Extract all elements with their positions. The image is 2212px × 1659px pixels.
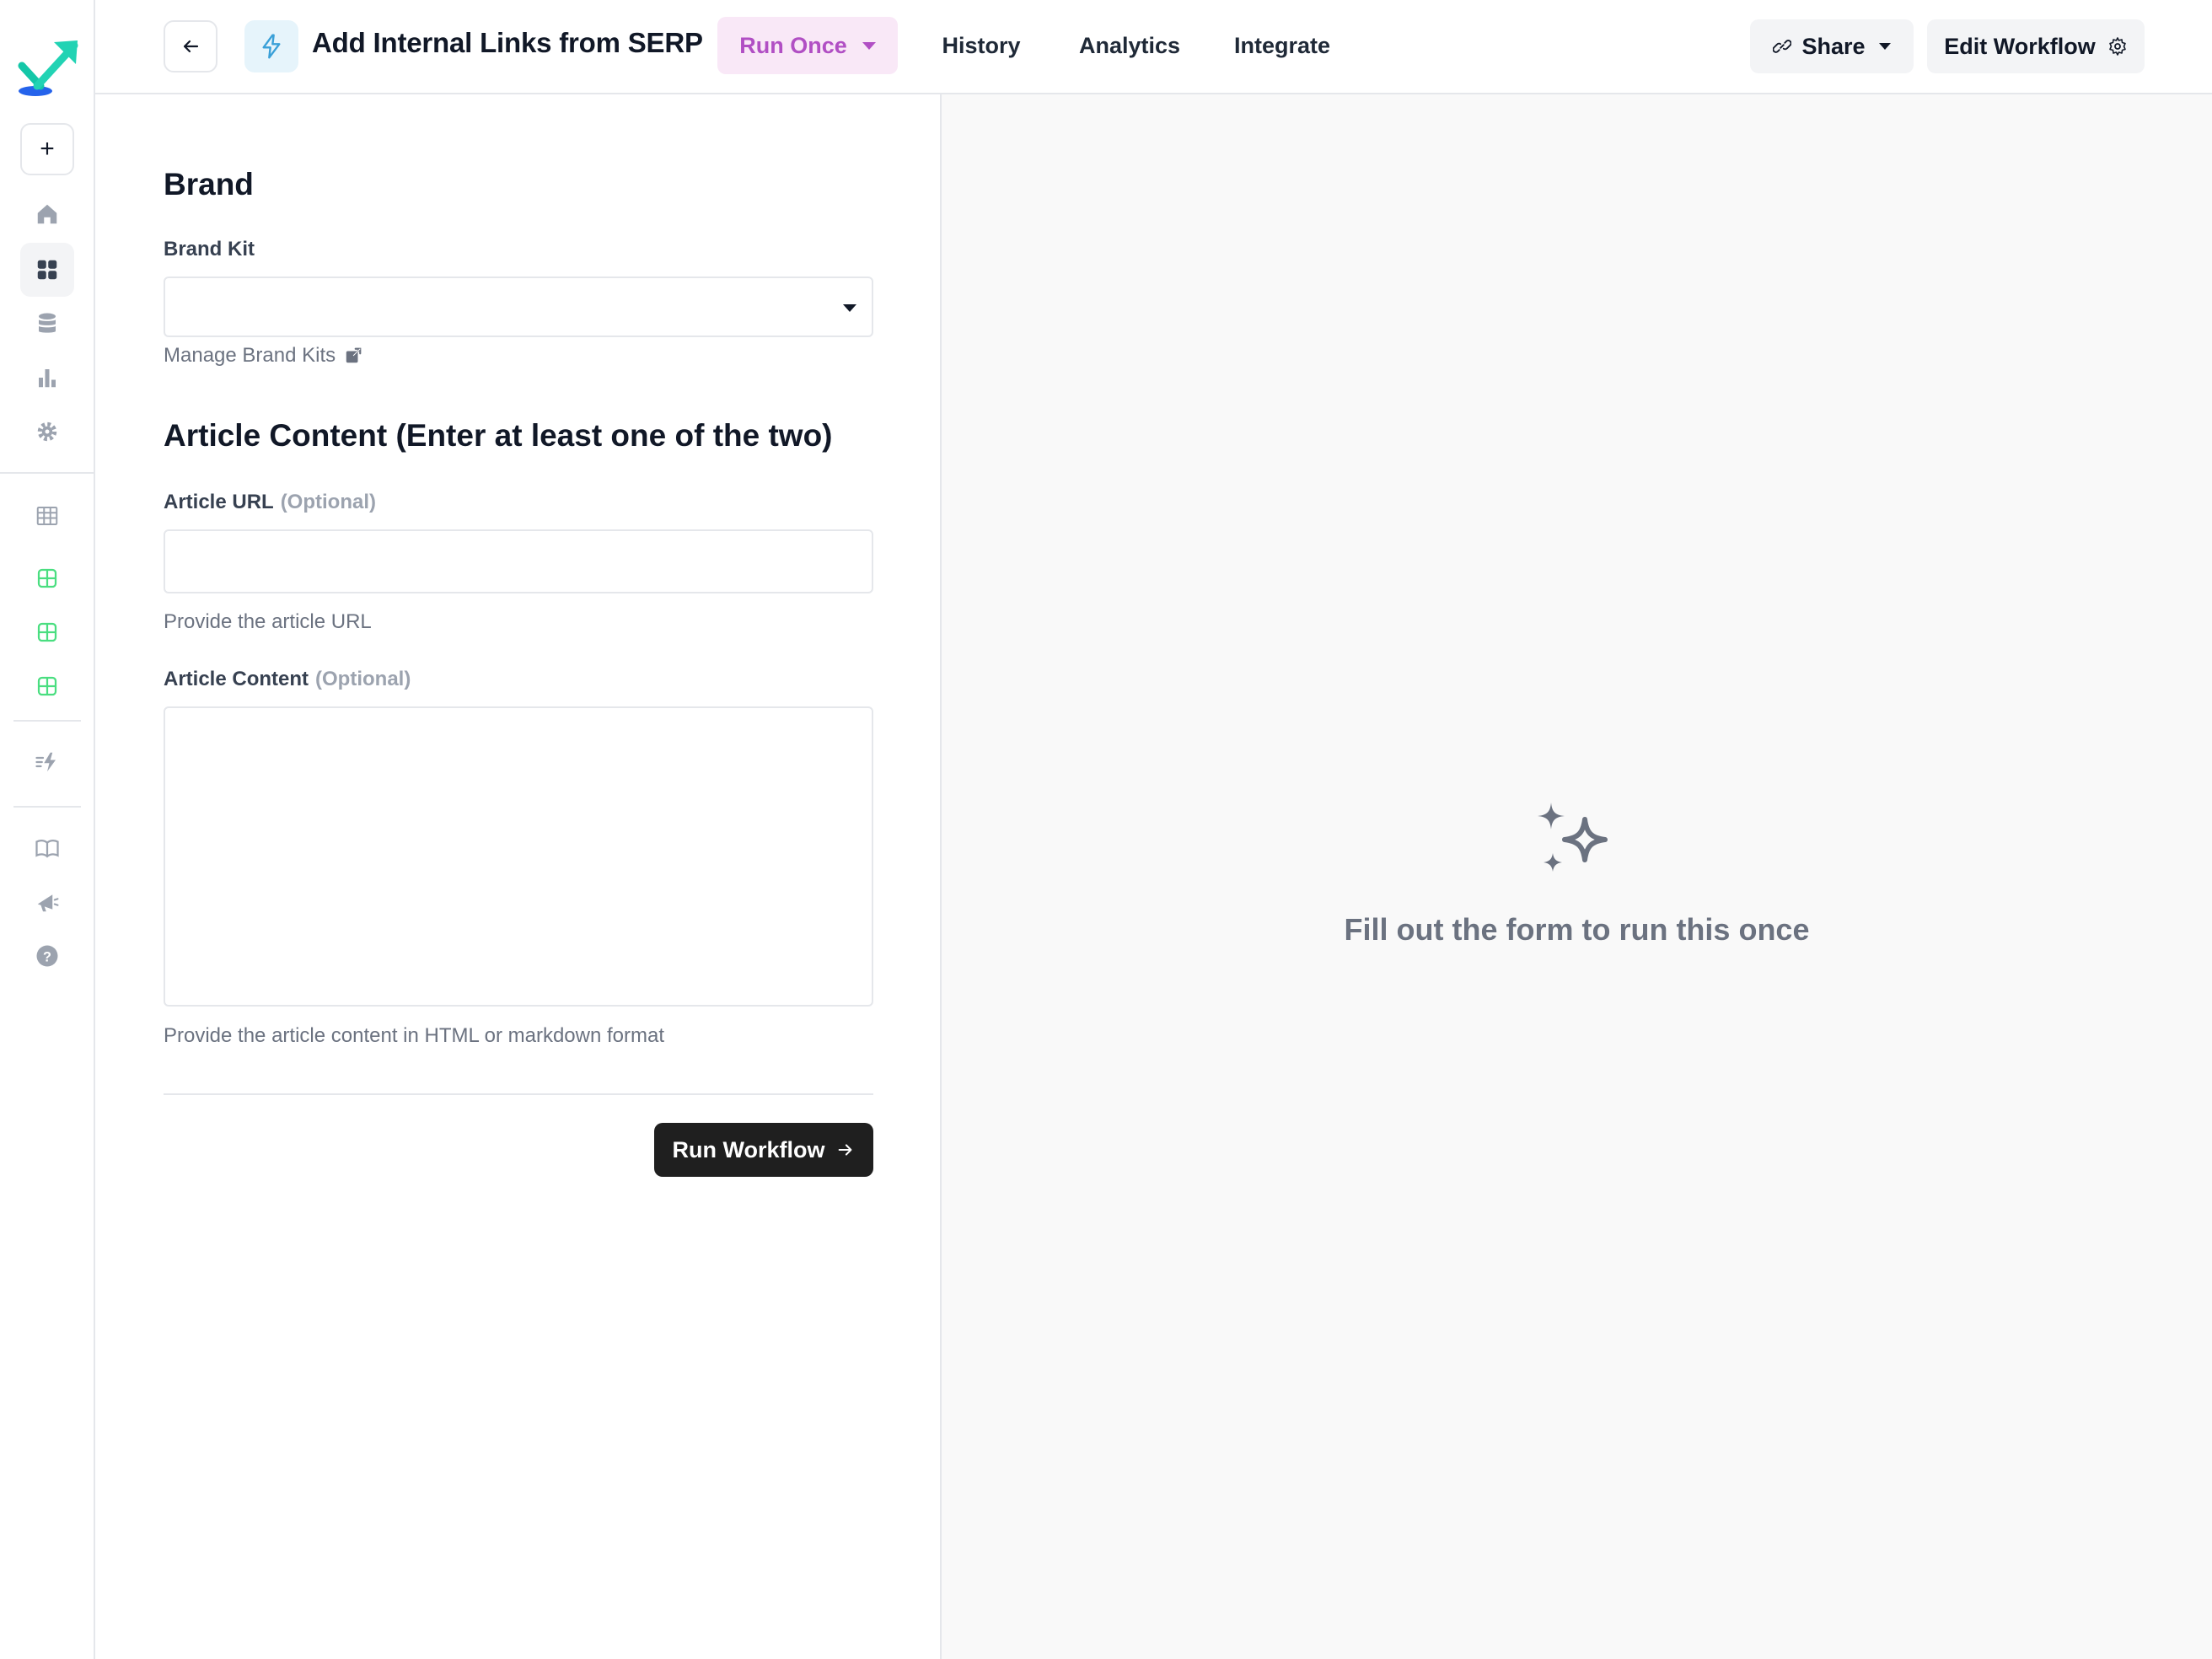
- gear-icon: [2108, 37, 2126, 56]
- sidebar-item-announcements[interactable]: [20, 875, 74, 929]
- back-button[interactable]: [164, 20, 217, 72]
- sidebar-item-database[interactable]: [20, 297, 74, 351]
- book-icon: [35, 840, 59, 858]
- output-panel: Fill out the form to run this once: [942, 94, 2212, 1659]
- svg-text:?: ?: [43, 949, 51, 964]
- article-content-help: Provide the article content in HTML or m…: [164, 1024, 665, 1047]
- help-icon: ?: [36, 945, 58, 967]
- sidebar-item-tables[interactable]: [20, 489, 74, 543]
- analytics-icon: [39, 369, 56, 388]
- article-content-label: Article Content (Optional): [164, 668, 411, 691]
- article-section-title: Article Content (Enter at least one of t…: [164, 418, 833, 453]
- sidebar-item-analytics[interactable]: [20, 351, 74, 405]
- lightning-icon: [262, 34, 281, 59]
- plus-icon: +: [40, 135, 55, 163]
- sidebar: + ?: [0, 0, 95, 1659]
- tab-run-once[interactable]: Run Once: [717, 17, 898, 74]
- grid-table-icon: [37, 568, 57, 588]
- grid-table-icon: [37, 676, 57, 696]
- brand-section-title: Brand: [164, 167, 254, 201]
- database-icon: [39, 313, 56, 333]
- article-url-label: Article URL (Optional): [164, 491, 376, 514]
- form-divider: [164, 1093, 873, 1095]
- sidebar-divider: [13, 806, 81, 808]
- run-workflow-label: Run Workflow: [672, 1136, 825, 1162]
- article-url-label-text: Article URL: [164, 491, 274, 513]
- sidebar-item-dashboard[interactable]: [20, 243, 74, 297]
- tab-label: Run Once: [739, 32, 847, 58]
- caret-down-icon: [862, 41, 876, 50]
- table-icon: [36, 507, 58, 525]
- workflow-title: Add Internal Links from SERP: [312, 27, 703, 58]
- megaphone-icon: [37, 894, 59, 912]
- sidebar-item-docs[interactable]: [20, 821, 74, 875]
- sidebar-item-settings[interactable]: [20, 405, 74, 459]
- share-button[interactable]: Share: [1750, 19, 1914, 73]
- optional-tag: (Optional): [315, 668, 411, 690]
- article-content-textarea[interactable]: [164, 706, 873, 1007]
- tab-label: Analytics: [1078, 32, 1181, 58]
- article-url-help: Provide the article URL: [164, 610, 372, 633]
- run-form: Brand Brand Kit Manage Brand Kits Articl…: [95, 94, 942, 1659]
- tab-label: Integrate: [1233, 32, 1331, 58]
- manage-brand-kits-link[interactable]: Manage Brand Kits: [164, 344, 362, 368]
- workflow-icon-badge: [244, 20, 298, 72]
- tab-analytics[interactable]: Analytics: [1051, 17, 1208, 74]
- dashboard-icon: [37, 260, 57, 280]
- sidebar-item-help[interactable]: ?: [20, 929, 74, 983]
- brand-kit-label: Brand Kit: [164, 238, 255, 260]
- arrow-right-icon: [839, 1144, 852, 1156]
- article-content-label-text: Article Content: [164, 668, 309, 690]
- home-icon: [37, 204, 57, 224]
- link-icon: [1773, 40, 1792, 53]
- grid-table-icon: [37, 622, 57, 642]
- tab-integrate[interactable]: Integrate: [1208, 17, 1356, 74]
- tab-history[interactable]: History: [911, 17, 1051, 74]
- brand-kit-select[interactable]: [164, 276, 873, 337]
- edit-workflow-label: Edit Workflow: [1944, 33, 2096, 59]
- sidebar-item-workflows[interactable]: [20, 735, 74, 789]
- share-label: Share: [1801, 33, 1866, 59]
- empty-state-message: Fill out the form to run this once: [1344, 912, 1810, 947]
- edit-workflow-button[interactable]: Edit Workflow: [1927, 19, 2145, 73]
- tab-label: History: [942, 32, 1021, 58]
- top-bar: Add Internal Links from SERP Run Once Hi…: [95, 0, 2212, 94]
- sidebar-item-home[interactable]: [20, 187, 74, 241]
- sidebar-divider: [13, 720, 81, 722]
- manage-brand-kits-label: Manage Brand Kits: [164, 344, 336, 367]
- settings-icon: [37, 421, 57, 442]
- app-logo-icon[interactable]: [17, 34, 84, 103]
- run-workflow-button[interactable]: Run Workflow: [654, 1123, 873, 1177]
- external-link-icon: [346, 347, 362, 363]
- sidebar-item-grid-2[interactable]: [20, 605, 74, 659]
- new-button[interactable]: +: [20, 123, 74, 175]
- sidebar-item-grid-3[interactable]: [20, 659, 74, 713]
- caret-down-icon: [843, 304, 856, 312]
- article-url-input[interactable]: [164, 529, 873, 593]
- sidebar-divider: [0, 472, 95, 474]
- sidebar-item-grid-1[interactable]: [20, 551, 74, 605]
- arrow-left-icon: [183, 40, 199, 53]
- caret-down-icon: [1878, 43, 1891, 50]
- sparkles-icon: [1538, 803, 1608, 872]
- optional-tag: (Optional): [280, 491, 376, 513]
- workflow-bolt-icon: [35, 752, 56, 772]
